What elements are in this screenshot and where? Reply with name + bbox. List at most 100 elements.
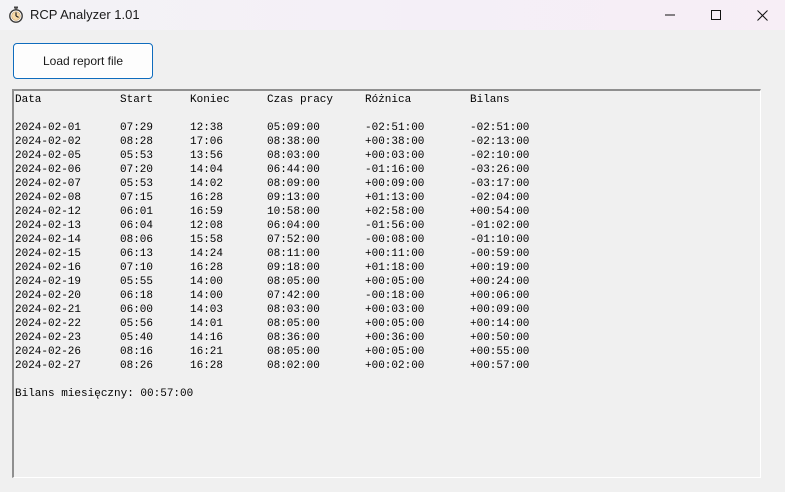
table-cell: 05:40 [120,332,154,344]
table-cell: 07:29 [120,122,154,134]
table-cell: 08:06 [120,234,154,246]
table-cell: 2024-02-23 [15,332,82,344]
report-content: Data Start Koniec Czas pracy Różnica Bil… [15,93,529,401]
table-cell: 2024-02-08 [15,192,82,204]
table-cell: 07:15 [120,192,154,204]
stopwatch-icon [8,6,24,23]
table-cell: 08:38:00 [267,136,320,148]
table-cell: -01:56:00 [365,220,425,232]
table-cell: 08:03:00 [267,304,320,316]
report-text-area[interactable]: Data Start Koniec Czas pracy Różnica Bil… [12,89,761,478]
table-cell: +00:54:00 [470,206,530,218]
table-cell: -03:17:00 [470,178,530,190]
table-cell: 05:09:00 [267,122,320,134]
table-row: 2024-02-02 08:28 17:06 08:38:00 +00:38:00 -02… [15,135,529,149]
table-cell: +00:24:00 [470,276,530,288]
table-cell: 14:02 [190,178,224,190]
table-cell: 12:38 [190,122,224,134]
table-cell: +00:11:00 [365,248,425,260]
title-bar[interactable]: RCP Analyzer 1.01 [0,0,785,30]
table-cell: 06:13 [120,248,154,260]
table-row: 2024-02-08 07:15 16:28 09:13:00 +01:13:00 -02… [15,191,529,205]
table-row: 2024-02-21 06:00 14:03 08:03:00 +00:03:00 +00… [15,303,529,317]
load-report-button[interactable]: Load report file [13,43,153,79]
table-row: 2024-02-05 05:53 13:56 08:03:00 +00:03:00 -02… [15,149,529,163]
table-cell: +00:06:00 [470,290,530,302]
table-cell: 2024-02-27 [15,360,82,372]
maximize-button[interactable] [693,0,739,30]
table-cell: 16:28 [190,262,224,274]
close-icon [756,9,768,21]
table-cell: 06:00 [120,304,154,316]
table-cell: -01:10:00 [470,234,530,246]
column-header: Data [15,94,42,106]
table-cell: 07:10 [120,262,154,274]
table-cell: 2024-02-16 [15,262,82,274]
monthly-balance-summary: Bilans miesięczny: 00:57:00 [15,388,194,400]
table-cell: 08:16 [120,346,154,358]
table-row: 2024-02-13 06:04 12:08 06:04:00 -01:56:00 -01… [15,219,529,233]
table-cell: -03:26:00 [470,164,530,176]
table-cell: 05:56 [120,318,154,330]
table-cell: -02:13:00 [470,136,530,148]
table-cell: -01:02:00 [470,220,530,232]
table-row: 2024-02-12 06:01 16:59 10:58:00 +02:58:00 +00… [15,205,529,219]
close-button[interactable] [739,0,785,30]
table-cell: 2024-02-01 [15,122,82,134]
table-cell: 2024-02-13 [15,220,82,232]
table-cell: +00:09:00 [365,178,425,190]
table-row: 2024-02-26 08:16 16:21 08:05:00 +00:05:00 +00… [15,345,529,359]
table-row: 2024-02-20 06:18 14:00 07:42:00 -00:18:00 +00… [15,289,529,303]
table-row: 2024-02-14 08:06 15:58 07:52:00 -00:08:00 -01… [15,233,529,247]
table-row: 2024-02-07 05:53 14:02 08:09:00 +00:09:00 -03… [15,177,529,191]
table-cell: 08:03:00 [267,150,320,162]
table-cell: 08:36:00 [267,332,320,344]
table-cell: 16:28 [190,360,224,372]
table-cell: 07:52:00 [267,234,320,246]
column-header: Różnica [365,94,412,106]
table-cell: +00:38:00 [365,136,425,148]
table-cell: 07:42:00 [267,290,320,302]
minimize-button[interactable] [647,0,693,30]
table-cell: 14:16 [190,332,224,344]
table-cell: 13:56 [190,150,224,162]
table-cell: 06:01 [120,206,154,218]
column-header: Start [120,94,154,106]
table-cell: 08:05:00 [267,346,320,358]
table-cell: +00:19:00 [470,262,530,274]
table-cell: 2024-02-22 [15,318,82,330]
table-cell: +00:03:00 [365,304,425,316]
table-cell: 2024-02-12 [15,206,82,218]
table-cell: 16:28 [190,192,224,204]
table-cell: 2024-02-05 [15,150,82,162]
table-cell: +00:57:00 [470,360,530,372]
table-cell: 06:04:00 [267,220,320,232]
table-row: 2024-02-23 05:40 14:16 08:36:00 +00:36:00 +00… [15,331,529,345]
table-cell: 14:24 [190,248,224,260]
table-cell: 16:21 [190,346,224,358]
table-cell: +00:05:00 [365,346,425,358]
table-cell: -00:59:00 [470,248,530,260]
table-cell: 15:58 [190,234,224,246]
column-header: Czas pracy [267,94,334,106]
table-cell: 10:58:00 [267,206,320,218]
table-cell: 2024-02-26 [15,346,82,358]
table-cell: -02:51:00 [365,122,425,134]
table-cell: 2024-02-07 [15,178,82,190]
table-cell: 06:44:00 [267,164,320,176]
table-cell: 05:53 [120,178,154,190]
table-cell: -01:16:00 [365,164,425,176]
table-cell: 2024-02-20 [15,290,82,302]
table-cell: 08:09:00 [267,178,320,190]
table-row: 2024-02-06 07:20 14:04 06:44:00 -01:16:00 -03… [15,163,529,177]
table-cell: 2024-02-02 [15,136,82,148]
table-cell: +01:13:00 [365,192,425,204]
table-cell: -02:10:00 [470,150,530,162]
column-header: Bilans [470,94,510,106]
table-cell: 05:53 [120,150,154,162]
table-row: 2024-02-15 06:13 14:24 08:11:00 +00:11:00 -00… [15,247,529,261]
table-cell: +00:05:00 [365,318,425,330]
table-row: 2024-02-01 07:29 12:38 05:09:00 -02:51:00 -02… [15,121,529,135]
table-cell: 08:26 [120,360,154,372]
table-cell: 09:18:00 [267,262,320,274]
